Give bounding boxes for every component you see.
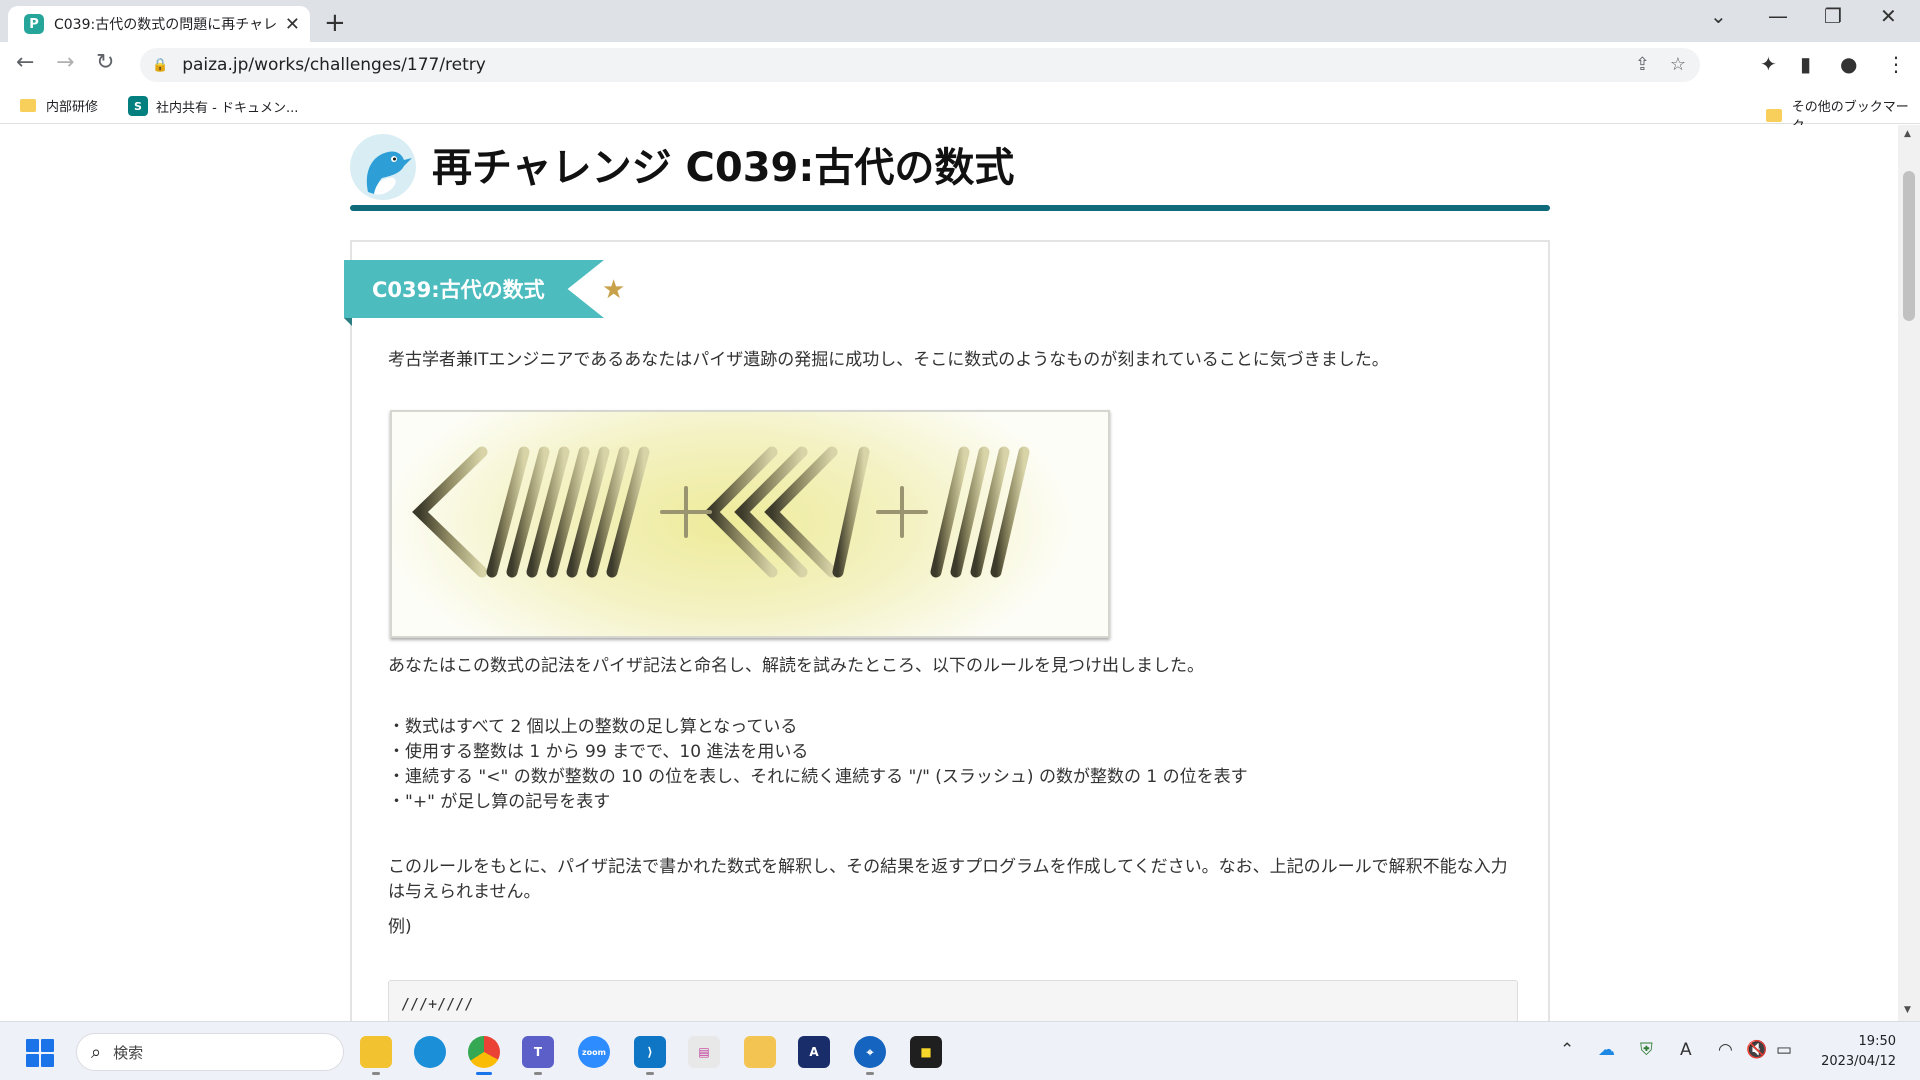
problem-ribbon: C039:古代の数式 (344, 260, 604, 318)
menu-kebab-icon[interactable]: ⋮ (1886, 52, 1906, 76)
teams-icon[interactable]: T (522, 1036, 554, 1068)
paiza-favicon-icon: P (24, 14, 44, 34)
profile-avatar-icon[interactable]: ● (1840, 52, 1857, 76)
rules-list: ・数式はすべて 2 個以上の整数の足し算となっている ・使用する整数は 1 から… (388, 715, 1248, 815)
tray-overflow-chevron-icon[interactable]: ⌃ (1560, 1040, 1574, 1060)
search-placeholder: 検索 (113, 1043, 144, 1062)
maps-pin-icon[interactable]: ⌖ (854, 1036, 886, 1068)
bookmark-label: 内部研修 (46, 100, 99, 115)
rule-item: ・連続する "<" の数が整数の 10 の位を表し、それに続く連続する "/" … (388, 767, 1248, 787)
minimize-button[interactable]: — (1768, 4, 1788, 28)
bookmarks-bar: 内部研修 S 社内共有 - ドキュメン... その他のブックマーク (0, 88, 1920, 134)
bookmark-label: 社内共有 - ドキュメン... (156, 100, 299, 116)
clock-time: 19:50 (1858, 1034, 1896, 1049)
example-code: ///+//// (401, 995, 474, 1013)
page-viewport: 再チャレンジ C039:古代の数式 C039:古代の数式 ★ 考古学者兼ITエン… (0, 125, 1898, 1021)
page-scrollbar[interactable]: ▲ ▼ (1898, 125, 1920, 1021)
mail-icon[interactable] (744, 1036, 776, 1068)
running-indicator-active (476, 1072, 492, 1075)
clock-date: 2023/04/12 (1821, 1054, 1896, 1069)
search-icon: ⌕ (91, 1041, 102, 1063)
tab-title: C039:古代の数式の問題に再チャレンジ (54, 17, 279, 33)
page-title: 再チャレンジ C039:古代の数式 (432, 145, 1015, 191)
running-indicator (866, 1072, 874, 1075)
reload-button[interactable]: ↻ (96, 50, 114, 75)
example-label: 例) (388, 917, 412, 937)
rule-item: ・使用する整数は 1 から 99 までで、10 進法を用いる (388, 742, 809, 762)
side-panel-icon[interactable]: ▮ (1800, 52, 1811, 76)
windows-taskbar: ⌕ 検索 T zoom ⟩ ▤ A ⌖ ■ ⌃ ☁ ⛨ A ◠ 🔇 ▭ 19:5… (0, 1021, 1920, 1080)
share-icon[interactable]: ⇪ (1635, 54, 1650, 75)
scroll-up-arrow-icon[interactable]: ▲ (1904, 129, 1911, 139)
folder-icon (1766, 108, 1782, 122)
tab-close-icon[interactable]: ✕ (285, 14, 300, 35)
problem-label: C039:古代の数式 (372, 278, 545, 302)
vscode-icon[interactable]: ⟩ (634, 1036, 666, 1068)
file-explorer-icon[interactable] (360, 1036, 392, 1068)
ime-mode-icon[interactable]: A (1680, 1040, 1692, 1060)
ribbon-fold (344, 318, 352, 326)
taskbar-clock[interactable]: 19:50 2023/04/12 (1810, 1032, 1896, 1072)
task-text: このルールをもとに、パイザ記法で書かれた数式を解釈し、その結果を返すプログラムを… (388, 857, 1508, 902)
rule-item: ・"+" が足し算の記号を表す (388, 792, 611, 812)
bookmark-folder-internal-training[interactable]: 内部研修 (20, 96, 98, 115)
notepad-icon[interactable]: ▤ (688, 1036, 720, 1068)
running-indicator (534, 1072, 542, 1075)
sharepoint-icon: S (128, 96, 148, 116)
lock-icon[interactable]: 🔒 (152, 58, 168, 73)
rule-item: ・数式はすべて 2 個以上の整数の足し算となっている (388, 717, 798, 737)
scroll-down-arrow-icon[interactable]: ▼ (1904, 1005, 1911, 1015)
taskbar-search-box[interactable]: ⌕ 検索 (76, 1033, 344, 1071)
battery-icon[interactable]: ▭ (1776, 1040, 1792, 1060)
windows-start-icon[interactable] (26, 1039, 54, 1067)
tab-search-icon[interactable]: ⌄ (1710, 4, 1727, 28)
sticky-notes-icon[interactable]: ■ (910, 1036, 942, 1068)
edge-icon[interactable] (414, 1036, 446, 1068)
naming-text: あなたはこの数式の記法をパイザ記法と命名し、解読を試みたところ、以下のルールを見… (388, 656, 1204, 676)
browser-tab[interactable]: P C039:古代の数式の問題に再チャレンジ ✕ (8, 6, 310, 42)
zoom-icon[interactable]: zoom (578, 1036, 610, 1068)
scrollbar-thumb[interactable] (1903, 171, 1915, 321)
speaker-muted-icon[interactable]: 🔇 (1746, 1040, 1767, 1060)
bookmark-sharepoint[interactable]: S 社内共有 - ドキュメン... (128, 96, 298, 116)
new-tab-button[interactable]: + (324, 8, 346, 38)
bookmark-star-icon[interactable]: ☆ (1670, 54, 1686, 75)
address-bar[interactable]: 🔒 paiza.jp/works/challenges/177/retry ☆ … (140, 48, 1700, 82)
wifi-icon[interactable]: ◠ (1718, 1040, 1733, 1060)
example-code-block: ///+//// (388, 980, 1518, 1021)
paiza-bird-mascot-icon (350, 134, 416, 200)
security-shield-icon[interactable]: ⛨ (1640, 1040, 1653, 1060)
page-header: 再チャレンジ C039:古代の数式 (350, 129, 1550, 213)
browser-toolbar: ← → ↻ 🔒 paiza.jp/works/challenges/177/re… (0, 42, 1920, 88)
close-window-button[interactable]: ✕ (1880, 4, 1897, 28)
rank-star-icon: ★ (602, 275, 626, 305)
problem-card: C039:古代の数式 ★ 考古学者兼ITエンジニアであるあなたはパイザ遺跡の発掘… (344, 240, 1550, 1021)
extensions-icon[interactable]: ✦ (1760, 52, 1777, 76)
running-indicator (646, 1072, 654, 1075)
header-divider (350, 205, 1550, 211)
back-button[interactable]: ← (16, 50, 34, 75)
running-indicator (372, 1072, 380, 1075)
app-acrobat-icon[interactable]: A (798, 1036, 830, 1068)
restore-button[interactable]: ❐ (1824, 4, 1842, 28)
url-text[interactable]: paiza.jp/works/challenges/177/retry (182, 55, 486, 75)
onedrive-cloud-icon[interactable]: ☁ (1598, 1040, 1615, 1060)
folder-icon (20, 99, 36, 112)
forward-button[interactable]: → (56, 50, 74, 75)
ancient-formula-image (390, 410, 1110, 638)
tab-strip: P C039:古代の数式の問題に再チャレンジ ✕ + ⌄ — ❐ ✕ (0, 0, 1920, 42)
intro-text: 考古学者兼ITエンジニアであるあなたはパイザ遺跡の発掘に成功し、そこに数式のよう… (388, 350, 1389, 370)
chrome-icon[interactable] (468, 1036, 500, 1068)
